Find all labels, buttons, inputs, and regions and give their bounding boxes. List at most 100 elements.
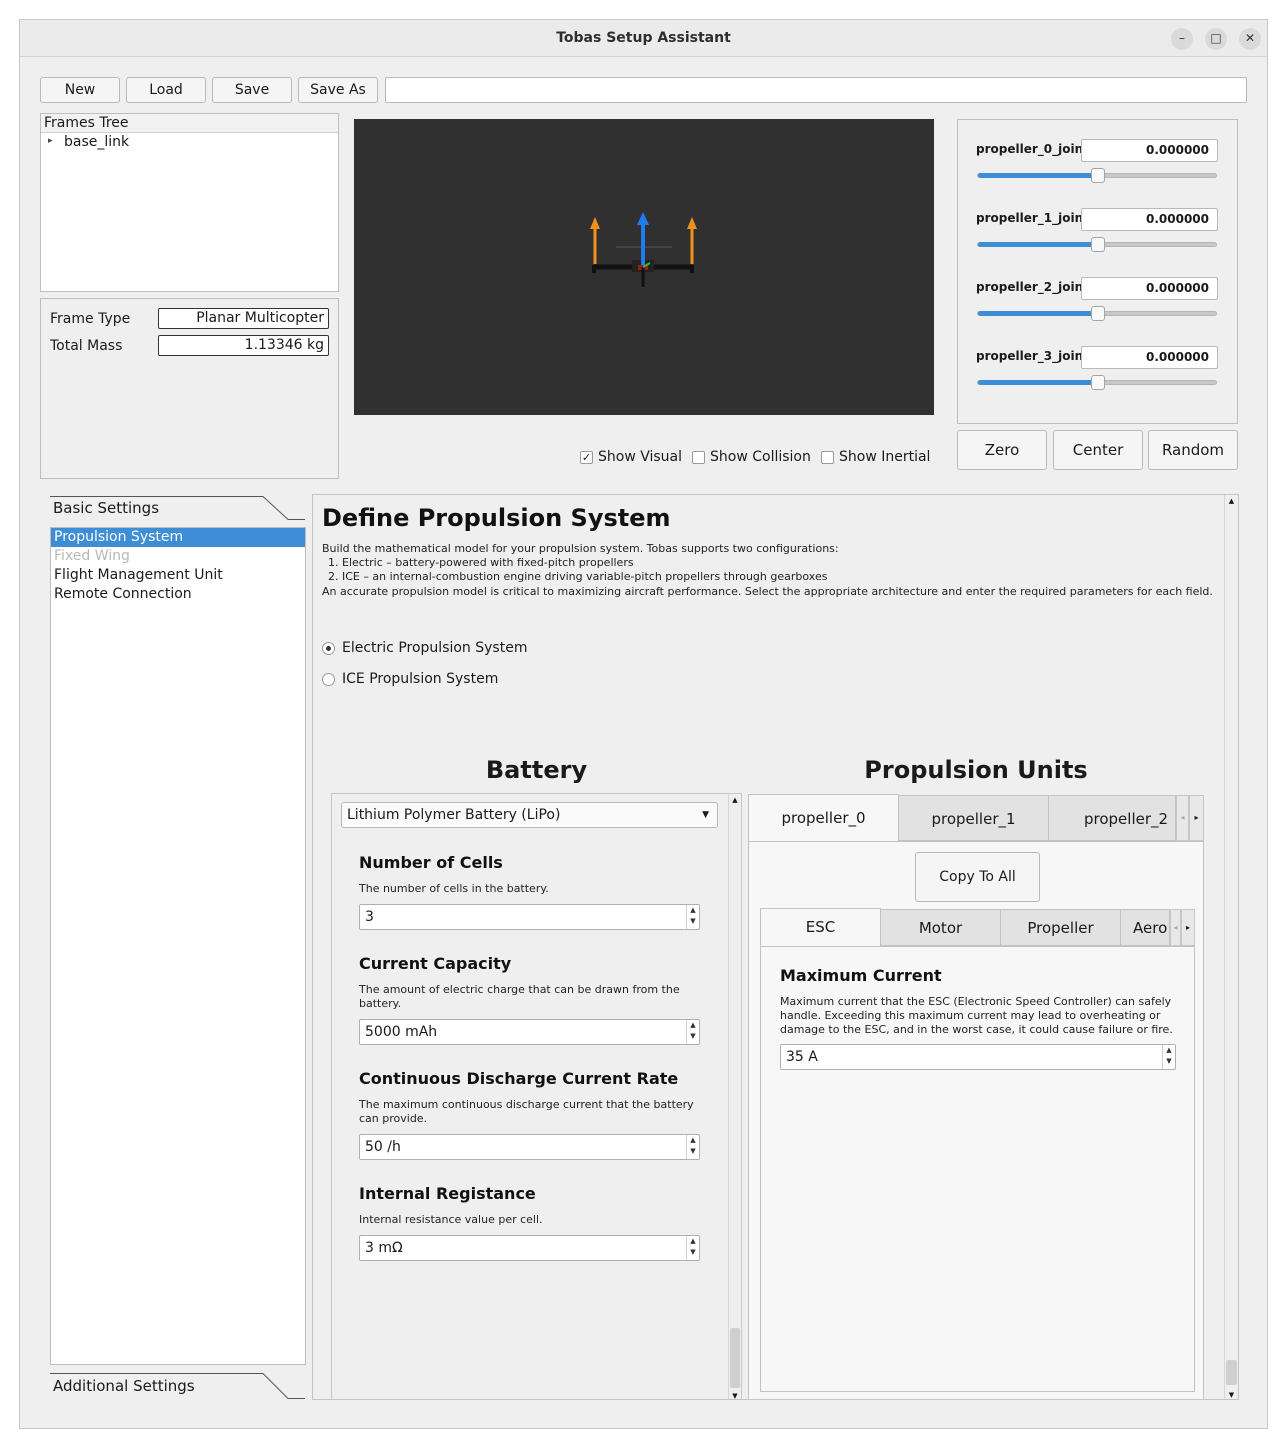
capacity-title: Current Capacity bbox=[359, 954, 512, 973]
battery-scroll-area: Lithium Polymer Battery (LiPo) ▼ Number … bbox=[331, 793, 742, 1399]
subtab-motor[interactable]: Motor bbox=[880, 909, 1001, 946]
save-as-button[interactable]: Save As bbox=[298, 77, 378, 103]
battery-scrollbar[interactable]: ▲ ▼ bbox=[728, 794, 741, 1399]
subtab-esc[interactable]: ESC bbox=[760, 908, 881, 947]
slider-handle[interactable] bbox=[1091, 306, 1105, 321]
center-button[interactable]: Center bbox=[1053, 430, 1143, 470]
spin-arrows-icon[interactable]: ▲ ▼ bbox=[686, 1020, 699, 1044]
nav-item-flight-management-unit[interactable]: Flight Management Unit bbox=[51, 566, 305, 585]
subtab-scroll-right-icon[interactable]: ▸ bbox=[1181, 909, 1195, 946]
tree-item-base-link[interactable]: ▸ base_link bbox=[41, 133, 338, 153]
window-title: Tobas Setup Assistant bbox=[556, 30, 731, 46]
subtab-aero[interactable]: Aero bbox=[1120, 909, 1170, 946]
propulsion-page: Define Propulsion System Build the mathe… bbox=[312, 494, 1239, 1400]
subtab-propeller[interactable]: Propeller bbox=[1000, 909, 1121, 946]
joint-value-input[interactable]: 0.000000 bbox=[1081, 277, 1218, 300]
zero-button[interactable]: Zero bbox=[957, 430, 1047, 470]
max-current-description-1: Maximum current that the ESC (Electronic… bbox=[780, 995, 1172, 1008]
show-visual-checkbox[interactable]: ✓ bbox=[580, 451, 593, 464]
chevron-down-icon: ▼ bbox=[702, 810, 709, 820]
max-current-spinbox[interactable]: 35 A ▲ ▼ bbox=[780, 1044, 1176, 1070]
additional-settings-tab[interactable]: Additional Settings bbox=[50, 1373, 305, 1399]
show-collision-checkbox[interactable] bbox=[692, 451, 705, 464]
scrollbar-thumb[interactable] bbox=[730, 1328, 740, 1388]
slider-fill bbox=[978, 380, 1098, 385]
page-description-4: An accurate propulsion model is critical… bbox=[322, 585, 1213, 598]
close-icon[interactable]: ✕ bbox=[1239, 28, 1261, 50]
minimize-icon[interactable]: – bbox=[1171, 28, 1193, 50]
slider-fill bbox=[978, 311, 1098, 316]
total-mass-label: Total Mass bbox=[50, 338, 123, 354]
joint-value-input[interactable]: 0.000000 bbox=[1081, 346, 1218, 369]
copy-to-all-button[interactable]: Copy To All bbox=[915, 852, 1040, 902]
show-inertial-checkbox[interactable] bbox=[821, 451, 834, 464]
tab-propeller-1[interactable]: propeller_1 bbox=[898, 795, 1049, 841]
scroll-up-icon[interactable]: ▲ bbox=[1225, 495, 1238, 507]
discharge-spinbox[interactable]: 50 /h ▲ ▼ bbox=[359, 1134, 700, 1160]
max-current-title: Maximum Current bbox=[780, 966, 942, 985]
frames-tree[interactable]: Frames Tree ▸ base_link bbox=[40, 113, 339, 292]
load-button[interactable]: Load bbox=[126, 77, 206, 103]
capacity-spinbox[interactable]: 5000 mAh ▲ ▼ bbox=[359, 1019, 700, 1045]
slider-handle[interactable] bbox=[1091, 168, 1105, 183]
basic-settings-tab[interactable]: Basic Settings bbox=[50, 496, 305, 520]
tab-outline bbox=[50, 496, 305, 520]
joint-slider[interactable] bbox=[977, 306, 1217, 321]
save-button[interactable]: Save bbox=[212, 77, 292, 103]
frame-info-panel: Frame Type Planar Multicopter Total Mass… bbox=[40, 298, 339, 479]
propulsion-units-tabs: propeller_0 propeller_1 propeller_2 ◂ ▸ … bbox=[748, 794, 1204, 1399]
electric-propulsion-label: Electric Propulsion System bbox=[342, 640, 528, 656]
spin-arrows-icon[interactable]: ▲ ▼ bbox=[686, 1135, 699, 1159]
joint-controls-panel: propeller_0_joint 0.000000 propeller_1_joi… bbox=[957, 119, 1238, 424]
joint-value-input[interactable]: 0.000000 bbox=[1081, 208, 1218, 231]
battery-heading: Battery bbox=[485, 756, 588, 784]
nav-item-remote-connection[interactable]: Remote Connection bbox=[51, 585, 305, 604]
esc-page: Maximum Current Maximum current that the… bbox=[760, 946, 1195, 1392]
maximize-icon[interactable]: □ bbox=[1205, 28, 1227, 50]
scroll-down-icon[interactable]: ▼ bbox=[1225, 1391, 1238, 1399]
main-window: Tobas Setup Assistant – □ ✕ New Load Sav… bbox=[19, 19, 1268, 1429]
cells-spinbox[interactable]: 3 ▲ ▼ bbox=[359, 904, 700, 930]
page-scrollbar[interactable]: ▲ ▼ bbox=[1224, 495, 1238, 1399]
random-button[interactable]: Random bbox=[1148, 430, 1238, 470]
nav-item-propulsion-system[interactable]: Propulsion System bbox=[51, 528, 305, 547]
spin-arrows-icon[interactable]: ▲ ▼ bbox=[686, 1236, 699, 1260]
propulsion-units-heading: Propulsion Units bbox=[864, 756, 1088, 784]
discharge-value: 50 /h bbox=[365, 1139, 401, 1155]
scrollbar-thumb[interactable] bbox=[1226, 1360, 1237, 1385]
slider-fill bbox=[978, 173, 1098, 178]
expand-arrow-icon[interactable]: ▸ bbox=[48, 136, 53, 146]
frame-type-value: Planar Multicopter bbox=[158, 308, 329, 329]
tab-outline bbox=[50, 1373, 305, 1399]
scroll-down-icon[interactable]: ▼ bbox=[729, 1392, 741, 1399]
electric-propulsion-radio[interactable] bbox=[322, 642, 335, 655]
scroll-up-icon[interactable]: ▲ bbox=[729, 794, 741, 806]
spin-arrows-icon[interactable]: ▲ ▼ bbox=[686, 905, 699, 929]
joint-value-input[interactable]: 0.000000 bbox=[1081, 139, 1218, 162]
robot-3d-viewport[interactable] bbox=[354, 119, 934, 415]
new-button[interactable]: New bbox=[40, 77, 120, 103]
tab-propeller-0[interactable]: propeller_0 bbox=[748, 794, 899, 842]
tab-scroll-right-icon[interactable]: ▸ bbox=[1189, 795, 1204, 841]
battery-type-dropdown[interactable]: Lithium Polymer Battery (LiPo) ▼ bbox=[341, 802, 718, 828]
slider-handle[interactable] bbox=[1091, 375, 1105, 390]
joint-slider[interactable] bbox=[977, 237, 1217, 252]
tab-propeller-2[interactable]: propeller_2 bbox=[1048, 795, 1176, 841]
slider-handle[interactable] bbox=[1091, 237, 1105, 252]
page-description-1: Build the mathematical model for your pr… bbox=[322, 542, 839, 555]
joint-slider[interactable] bbox=[977, 168, 1217, 183]
slider-fill bbox=[978, 242, 1098, 247]
subtab-scroll-left-icon[interactable]: ◂ bbox=[1170, 909, 1181, 946]
spin-arrows-icon[interactable]: ▲ ▼ bbox=[1162, 1045, 1175, 1069]
max-current-description-2: handle. Exceeding this maximum current m… bbox=[780, 1009, 1161, 1022]
frames-tree-header: Frames Tree bbox=[41, 114, 338, 133]
tab-scroll-left-icon[interactable]: ◂ bbox=[1176, 795, 1189, 841]
joint-name-label: propeller_2_joint bbox=[976, 280, 1089, 294]
ice-propulsion-radio[interactable] bbox=[322, 673, 335, 686]
joint-slider[interactable] bbox=[977, 375, 1217, 390]
settings-nav-list[interactable]: Propulsion System Fixed Wing Flight Mana… bbox=[50, 527, 306, 1365]
title-bar: Tobas Setup Assistant – □ ✕ bbox=[20, 20, 1267, 57]
joint-row: propeller_2_joint 0.000000 bbox=[958, 277, 1237, 337]
file-path-input[interactable] bbox=[385, 77, 1247, 103]
resistance-spinbox[interactable]: 3 mΩ ▲ ▼ bbox=[359, 1235, 700, 1261]
